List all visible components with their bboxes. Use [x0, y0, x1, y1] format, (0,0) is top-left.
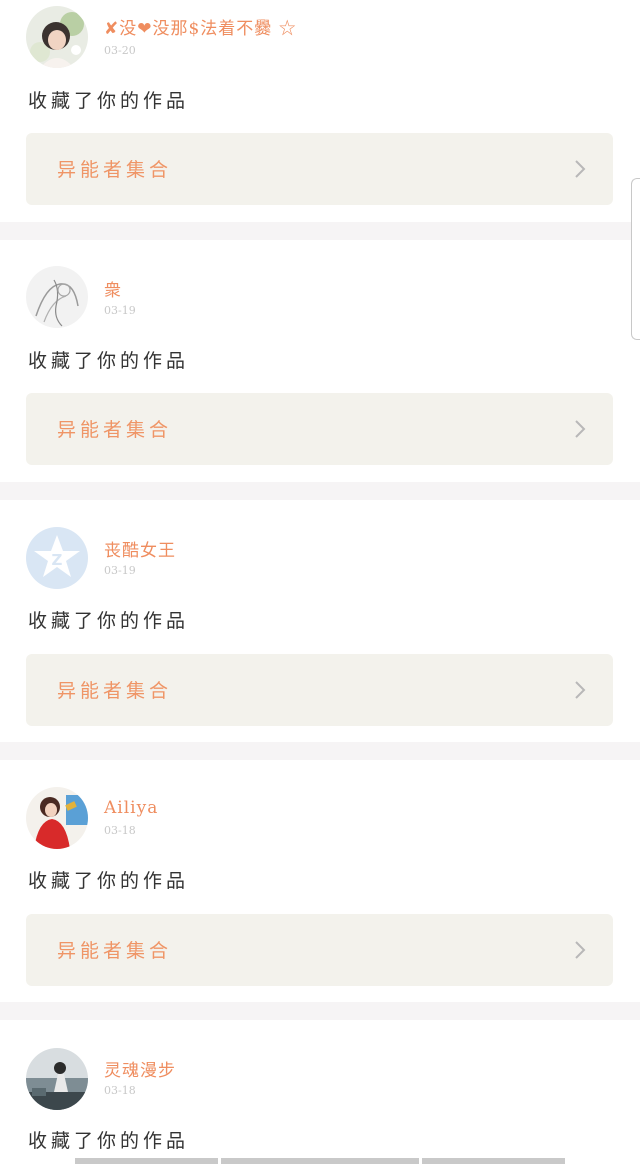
timestamp: 03-18 [104, 824, 136, 837]
timestamp: 03-19 [104, 304, 136, 317]
chevron-right-icon [575, 420, 586, 438]
bottom-progress-bar [75, 1158, 565, 1164]
notification-list-page: ✘没❤没那$法着不爨 ☆ 03-20 收藏了你的作品 异能者集合 衆 03-19… [0, 0, 640, 1164]
notification-card: 衆 03-19 收藏了你的作品 异能者集合 [0, 240, 640, 482]
avatar[interactable] [26, 6, 88, 68]
notification-card: Ailiya 03-18 收藏了你的作品 异能者集合 [0, 760, 640, 1002]
avatar[interactable]: Z [26, 527, 88, 589]
username[interactable]: 丧酷女王 [104, 536, 176, 561]
work-title: 异能者集合 [57, 159, 173, 181]
user-photo-flower-icon [26, 6, 88, 68]
notification-card: ✘没❤没那$法着不爨 ☆ 03-20 收藏了你的作品 异能者集合 [0, 0, 640, 222]
avatar[interactable] [26, 1048, 88, 1110]
username[interactable]: 灵魂漫步 [104, 1056, 176, 1081]
work-link[interactable]: 异能者集合 [26, 393, 613, 465]
work-title: 异能者集合 [57, 940, 173, 962]
bar-separator [419, 1158, 422, 1164]
work-title: 异能者集合 [57, 680, 173, 702]
username[interactable]: ✘没❤没那$法着不爨 ☆ [104, 14, 297, 39]
chevron-right-icon [575, 681, 586, 699]
user-photo-seaside-icon [26, 1048, 88, 1110]
work-link[interactable]: 异能者集合 [26, 654, 613, 726]
work-title: 异能者集合 [57, 419, 173, 441]
action-text: 收藏了你的作品 [28, 870, 190, 892]
action-text: 收藏了你的作品 [28, 1130, 190, 1152]
user-photo-sketch-icon [26, 266, 88, 328]
username[interactable]: 衆 [104, 276, 122, 301]
notification-card: Z 丧酷女王 03-19 收藏了你的作品 异能者集合 [0, 500, 640, 742]
bar-separator [218, 1158, 221, 1164]
timestamp: 03-19 [104, 564, 136, 577]
username[interactable]: Ailiya [104, 798, 158, 818]
work-link[interactable]: 异能者集合 [26, 133, 613, 205]
default-z-avatar-icon: Z [26, 527, 88, 589]
timestamp: 03-20 [104, 44, 136, 57]
chevron-right-icon [575, 160, 586, 178]
avatar[interactable] [26, 787, 88, 849]
work-link[interactable]: 异能者集合 [26, 914, 613, 986]
user-photo-red-dress-icon [26, 787, 88, 849]
avatar[interactable] [26, 266, 88, 328]
scrollbar[interactable] [631, 178, 640, 340]
action-text: 收藏了你的作品 [28, 610, 190, 632]
chevron-right-icon [575, 941, 586, 959]
action-text: 收藏了你的作品 [28, 350, 190, 372]
notification-card: 灵魂漫步 03-18 收藏了你的作品 [0, 1020, 640, 1164]
timestamp: 03-18 [104, 1084, 136, 1097]
action-text: 收藏了你的作品 [28, 90, 190, 112]
svg-text:Z: Z [52, 551, 63, 569]
